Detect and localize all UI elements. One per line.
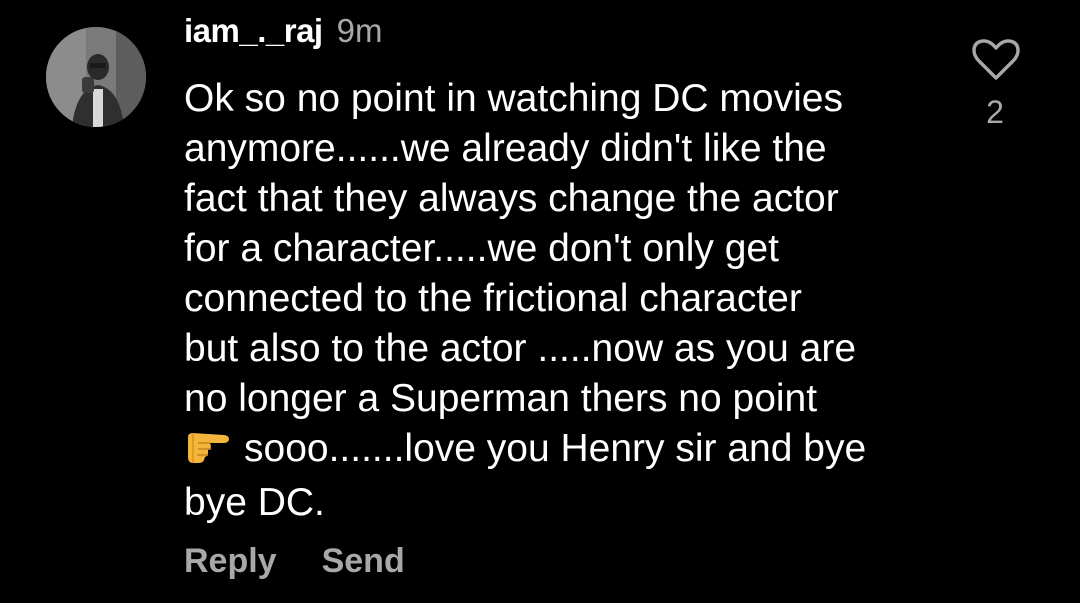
comment-line: but also to the actor .....now as you ar… xyxy=(184,327,857,370)
comment-line: for a character.....we don't only get xyxy=(184,227,779,270)
backhand-index-pointing-right-icon xyxy=(184,427,230,478)
like-button[interactable] xyxy=(972,38,1020,82)
comment: iam_._raj 9m Ok so no point in watching … xyxy=(0,0,1080,603)
timestamp: 9m xyxy=(336,12,383,49)
comment-header: iam_._raj 9m xyxy=(184,12,382,52)
heart-icon xyxy=(972,39,1020,80)
reply-button[interactable]: Reply xyxy=(184,542,277,581)
username[interactable]: iam_._raj xyxy=(184,12,323,50)
comment-actions: Reply Send xyxy=(184,542,450,581)
like-count: 2 xyxy=(986,94,1004,130)
comment-line: anymore......we already didn't like the xyxy=(184,127,827,170)
comment-line: connected to the frictional character xyxy=(184,277,802,320)
comment-text: Ok so no point in watching DC movies any… xyxy=(184,74,944,528)
comment-line: sooo.......love you Henry sir and bye xyxy=(244,427,867,470)
avatar-photo xyxy=(46,27,146,127)
avatar[interactable] xyxy=(46,27,146,127)
send-button[interactable]: Send xyxy=(322,542,405,581)
comment-line: Ok so no point in watching DC movies xyxy=(184,77,843,120)
comment-line: bye DC. xyxy=(184,481,325,524)
comment-line-with-emoji: sooo.......love you Henry sir and bye xyxy=(184,424,944,478)
comment-line: no longer a Superman thers no point xyxy=(184,377,818,420)
comment-line: fact that they always change the actor xyxy=(184,177,839,220)
